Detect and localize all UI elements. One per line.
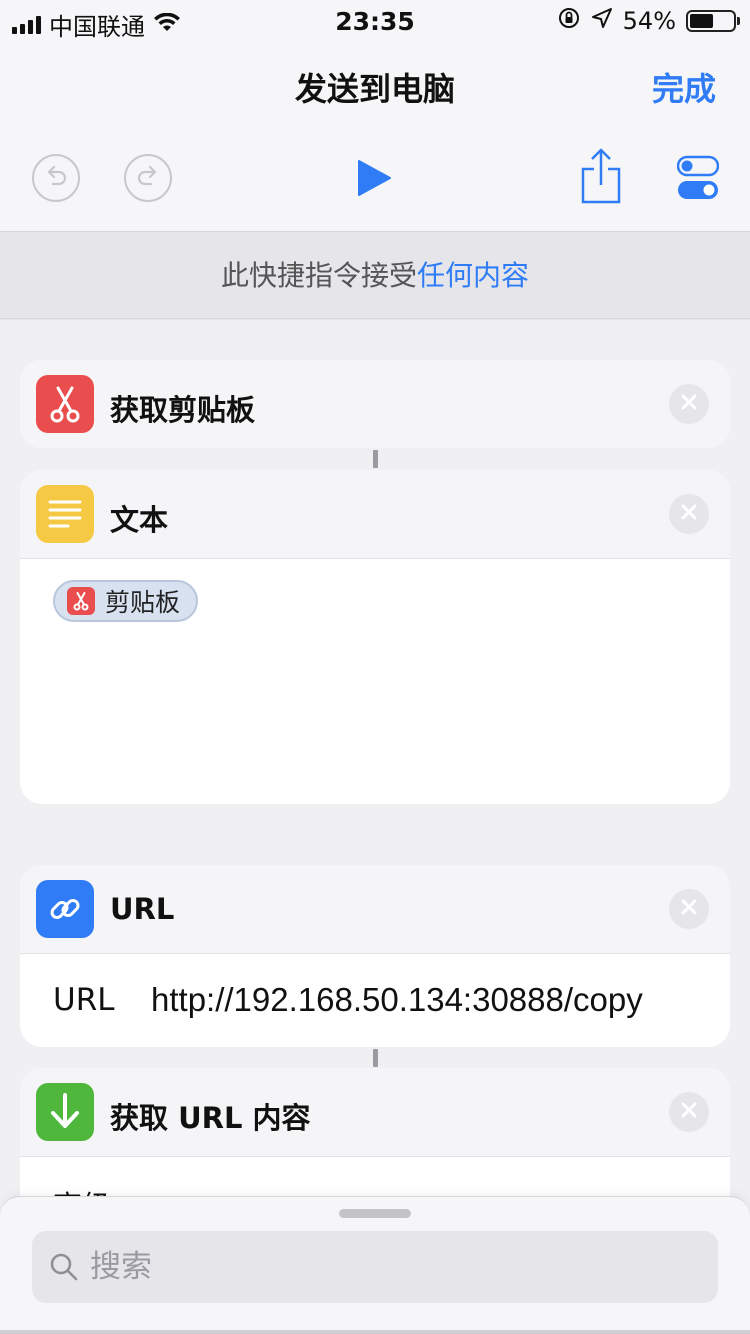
orientation-lock-icon [557,6,581,36]
done-button[interactable]: 完成 [652,64,716,110]
share-icon [580,147,622,209]
close-icon [681,504,697,524]
status-bar: 中国联通 23:35 54% [0,0,750,41]
editor-toolbar [0,130,750,232]
remove-action-button[interactable] [669,1092,709,1132]
action-card-get-clipboard[interactable]: 获取剪贴板 [20,360,730,448]
action-title: 获取剪贴板 [110,393,256,427]
search-icon [48,1251,80,1283]
undo-icon [43,164,69,192]
divider [20,1156,730,1157]
action-title: URL [110,892,175,926]
action-header: 获取剪贴板 [20,360,730,448]
battery-percent: 54% [622,7,676,35]
action-card-text[interactable]: 文本 剪贴板 [20,470,730,804]
status-right: 54% [557,6,740,36]
toggles-icon [676,155,720,205]
remove-action-button[interactable] [669,494,709,534]
accepts-type-link[interactable]: 任何内容 [417,259,529,292]
clipboard-variable-token[interactable]: 剪贴板 [53,580,199,622]
text-lines-icon [36,485,94,543]
search-field[interactable] [32,1231,718,1303]
url-field-value[interactable]: http://192.168.50.134:30888/copy [151,981,643,1019]
sheet-grabber-handle[interactable] [339,1209,411,1218]
location-arrow-icon [591,7,613,35]
action-header: 获取 URL 内容 [20,1068,730,1156]
action-search-sheet [0,1196,750,1334]
share-button[interactable] [578,148,624,208]
input-type-banner: 此快捷指令接受任何内容 [0,233,750,319]
action-connector [373,450,378,468]
action-title: 获取 URL 内容 [110,1101,311,1135]
battery-fill [690,14,713,28]
remove-action-button[interactable] [669,384,709,424]
link-icon [36,880,94,938]
url-field-label: URL [53,982,115,1018]
play-icon [356,159,392,201]
action-title: 文本 [110,503,169,537]
actions-list: 获取剪贴板 文本 剪贴板 URL URL http://192.168.50.1… [0,320,750,1334]
download-arrow-icon [36,1083,94,1141]
settings-toggle-button[interactable] [676,155,720,205]
scissors-icon [36,375,94,433]
run-button[interactable] [352,158,396,202]
search-input[interactable] [90,1249,690,1285]
close-icon [681,1102,697,1122]
redo-button[interactable] [124,154,172,202]
divider [0,1330,750,1334]
close-icon [681,899,697,919]
accepts-text: 此快捷指令接受 [220,259,417,292]
undo-button[interactable] [32,154,80,202]
action-connector [373,1049,378,1067]
scissors-icon [67,587,95,615]
redo-icon [135,164,161,192]
action-header: 文本 [20,470,730,558]
divider [20,558,730,559]
remove-action-button[interactable] [669,889,709,929]
close-icon [681,394,697,414]
action-card-url[interactable]: URL URL http://192.168.50.134:30888/copy [20,865,730,1047]
battery-icon [686,10,740,32]
token-label: 剪贴板 [105,588,181,617]
page-title: 发送到电脑 [294,70,455,108]
navigation-bar: 发送到电脑 完成 [0,40,750,130]
action-header: URL [20,865,730,953]
url-field-row[interactable]: URL http://192.168.50.134:30888/copy [20,954,730,1046]
